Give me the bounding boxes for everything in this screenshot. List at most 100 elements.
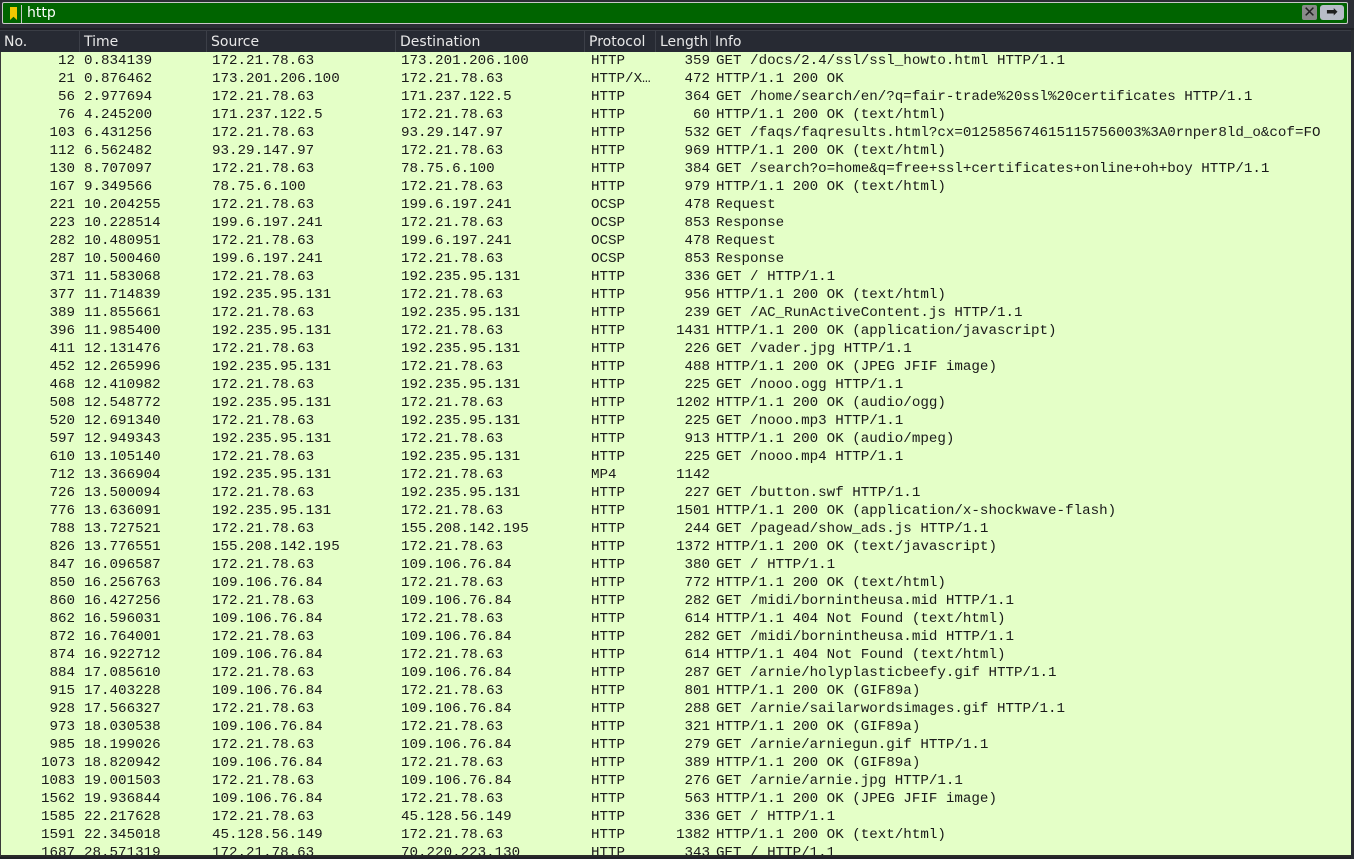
packet-row[interactable]: 1585 22.217628 172.21.78.63 45.128.56.149 HT… <box>1 808 1351 826</box>
packet-row[interactable]: 223 10.228514 199.6.197.241 172.21.78.63 OCS… <box>1 214 1351 232</box>
packet-row[interactable]: 1083 19.001503 172.21.78.63 109.106.76.84 HT… <box>1 772 1351 790</box>
packet-row[interactable]: 1687 28.571319 172.21.78.63 70.220.223.130 H… <box>1 844 1351 857</box>
packet-length: 1431 <box>675 323 710 339</box>
packet-row[interactable]: 1562 19.936844 109.106.76.84 172.21.78.63 HT… <box>1 790 1351 808</box>
packet-row[interactable]: 468 12.410982 172.21.78.63 192.235.95.131 HT… <box>1 376 1351 394</box>
packet-row[interactable]: 874 16.922712 109.106.76.84 172.21.78.63 HTT… <box>1 646 1351 664</box>
packet-number: 167 <box>49 179 75 195</box>
packet-row[interactable]: 610 13.105140 172.21.78.63 192.235.95.131 HT… <box>1 448 1351 466</box>
packet-time: 13.366904 <box>84 467 161 483</box>
packet-row[interactable]: 776 13.636091 192.235.95.131 172.21.78.63 HT… <box>1 502 1351 520</box>
display-filter-input[interactable] <box>27 3 1227 23</box>
packet-row[interactable]: 287 10.500460 199.6.197.241 172.21.78.63 OCS… <box>1 250 1351 268</box>
packet-info: HTTP/1.1 200 OK (text/html) <box>716 827 946 843</box>
packet-number: 103 <box>49 125 75 141</box>
packet-row[interactable]: 396 11.985400 192.235.95.131 172.21.78.63 HT… <box>1 322 1351 340</box>
packet-row[interactable]: 389 11.855661 172.21.78.63 192.235.95.131 HT… <box>1 304 1351 322</box>
packet-time: 16.764001 <box>84 629 161 645</box>
packet-protocol: HTTP <box>591 737 626 753</box>
packet-row[interactable]: 872 16.764001 172.21.78.63 109.106.76.84 HTT… <box>1 628 1351 646</box>
packet-row[interactable]: 508 12.548772 192.235.95.131 172.21.78.63 HT… <box>1 394 1351 412</box>
packet-time: 12.691340 <box>84 413 161 429</box>
packet-row[interactable]: 282 10.480951 172.21.78.63 199.6.197.241 OCS… <box>1 232 1351 250</box>
packet-info <box>716 466 1351 484</box>
column-header-destination[interactable]: Destination <box>396 31 585 53</box>
packet-time: 28.571319 <box>84 845 161 857</box>
packet-protocol: HTTP <box>591 377 626 393</box>
packet-source: 109.106.76.84 <box>212 575 323 591</box>
packet-length: 772 <box>684 575 710 591</box>
clear-filter-button[interactable]: ✕ <box>1302 5 1317 20</box>
packet-source: 172.21.78.63 <box>212 737 315 753</box>
packet-row[interactable]: 985 18.199026 172.21.78.63 109.106.76.84 HTT… <box>1 736 1351 754</box>
packet-row[interactable]: 167 9.349566 78.75.6.100 172.21.78.63 HTTP 97… <box>1 178 1351 196</box>
packet-row[interactable]: 56 2.977694 172.21.78.63 171.237.122.5 HTTP 3… <box>1 88 1351 106</box>
packet-row[interactable]: 726 13.500094 172.21.78.63 192.235.95.131 HT… <box>1 484 1351 502</box>
packet-time: 12.265996 <box>84 359 161 375</box>
packet-destination: 172.21.78.63 <box>401 179 504 195</box>
column-header-source[interactable]: Source <box>207 31 396 53</box>
packet-number: 12 <box>57 53 75 69</box>
column-header-protocol[interactable]: Protocol <box>585 31 656 53</box>
packet-row[interactable]: 915 17.403228 109.106.76.84 172.21.78.63 HTT… <box>1 682 1351 700</box>
packet-row[interactable]: 788 13.727521 172.21.78.63 155.208.142.195 H… <box>1 520 1351 538</box>
packet-number: 826 <box>49 539 75 555</box>
column-header-info[interactable]: Info <box>711 31 1351 53</box>
packet-row[interactable]: 973 18.030538 109.106.76.84 172.21.78.63 HTT… <box>1 718 1351 736</box>
packet-row[interactable]: 76 4.245200 171.237.122.5 172.21.78.63 HTTP 6… <box>1 106 1351 124</box>
packet-length: 227 <box>684 485 710 501</box>
packet-row[interactable]: 112 6.562482 93.29.147.97 172.21.78.63 HTTP 9… <box>1 142 1351 160</box>
column-header-no[interactable]: No. <box>0 31 80 53</box>
packet-number: 1585 <box>40 809 75 825</box>
packet-length: 979 <box>684 179 710 195</box>
packet-protocol: HTTP <box>591 701 626 717</box>
packet-number: 597 <box>49 431 75 447</box>
packet-source: 172.21.78.63 <box>212 305 315 321</box>
packet-row[interactable]: 371 11.583068 172.21.78.63 192.235.95.131 HT… <box>1 268 1351 286</box>
packet-number: 712 <box>49 467 75 483</box>
packet-row[interactable]: 850 16.256763 109.106.76.84 172.21.78.63 HTT… <box>1 574 1351 592</box>
packet-source: 192.235.95.131 <box>212 503 332 519</box>
packet-info: HTTP/1.1 200 OK (audio/ogg) <box>716 395 946 411</box>
packet-time: 13.727521 <box>84 521 161 537</box>
packet-time: 12.131476 <box>84 341 161 357</box>
packet-row[interactable]: 597 12.949343 192.235.95.131 172.21.78.63 HT… <box>1 430 1351 448</box>
packet-protocol: MP4 <box>591 467 617 483</box>
packet-time: 9.349566 <box>84 179 153 195</box>
packet-destination: 172.21.78.63 <box>401 431 504 447</box>
packet-row[interactable]: 712 13.366904 192.235.95.131 172.21.78.63 MP… <box>1 466 1351 484</box>
packet-destination: 199.6.197.241 <box>401 197 512 213</box>
packet-destination: 93.29.147.97 <box>401 125 504 141</box>
packet-row[interactable]: 221 10.204255 172.21.78.63 199.6.197.241 OCS… <box>1 196 1351 214</box>
packet-number: 371 <box>49 269 75 285</box>
packet-time: 18.030538 <box>84 719 161 735</box>
packet-row[interactable]: 12 0.834139 172.21.78.63 173.201.206.100 HTT… <box>1 52 1351 70</box>
apply-filter-button[interactable]: ➡ <box>1320 5 1344 20</box>
packet-protocol: HTTP <box>591 395 626 411</box>
packet-row[interactable]: 860 16.427256 172.21.78.63 109.106.76.84 HTT… <box>1 592 1351 610</box>
packet-row[interactable]: 1073 18.820942 109.106.76.84 172.21.78.63 HT… <box>1 754 1351 772</box>
packet-protocol: HTTP <box>591 125 626 141</box>
packet-row[interactable]: 103 6.431256 172.21.78.63 93.29.147.97 HTTP 5… <box>1 124 1351 142</box>
packet-row[interactable]: 884 17.085610 172.21.78.63 109.106.76.84 HTT… <box>1 664 1351 682</box>
packet-info: Request <box>716 233 776 249</box>
packet-row[interactable]: 520 12.691340 172.21.78.63 192.235.95.131 HT… <box>1 412 1351 430</box>
packet-row[interactable]: 130 8.707097 172.21.78.63 78.75.6.100 HTTP 38… <box>1 160 1351 178</box>
packet-row[interactable]: 377 11.714839 192.235.95.131 172.21.78.63 HT… <box>1 286 1351 304</box>
column-header-time[interactable]: Time <box>80 31 207 53</box>
display-filter-box[interactable] <box>2 2 1348 24</box>
packet-row[interactable]: 862 16.596031 109.106.76.84 172.21.78.63 HTT… <box>1 610 1351 628</box>
filter-bookmark-button[interactable] <box>5 5 22 23</box>
column-header-length[interactable]: Length <box>656 31 711 53</box>
packet-row[interactable]: 928 17.566327 172.21.78.63 109.106.76.84 HTT… <box>1 700 1351 718</box>
packet-protocol: HTTP <box>591 791 626 807</box>
packet-row[interactable]: 21 0.876462 173.201.206.100 172.21.78.63 HTT… <box>1 70 1351 88</box>
packet-protocol: HTTP <box>591 665 626 681</box>
packet-destination: 172.21.78.63 <box>401 251 504 267</box>
packet-row[interactable]: 452 12.265996 192.235.95.131 172.21.78.63 HT… <box>1 358 1351 376</box>
packet-row[interactable]: 826 13.776551 155.208.142.195 172.21.78.63 H… <box>1 538 1351 556</box>
packet-destination: 172.21.78.63 <box>401 539 504 555</box>
packet-row[interactable]: 847 16.096587 172.21.78.63 109.106.76.84 HTT… <box>1 556 1351 574</box>
packet-row[interactable]: 411 12.131476 172.21.78.63 192.235.95.131 HT… <box>1 340 1351 358</box>
packet-row[interactable]: 1591 22.345018 45.128.56.149 172.21.78.63 HT… <box>1 826 1351 844</box>
